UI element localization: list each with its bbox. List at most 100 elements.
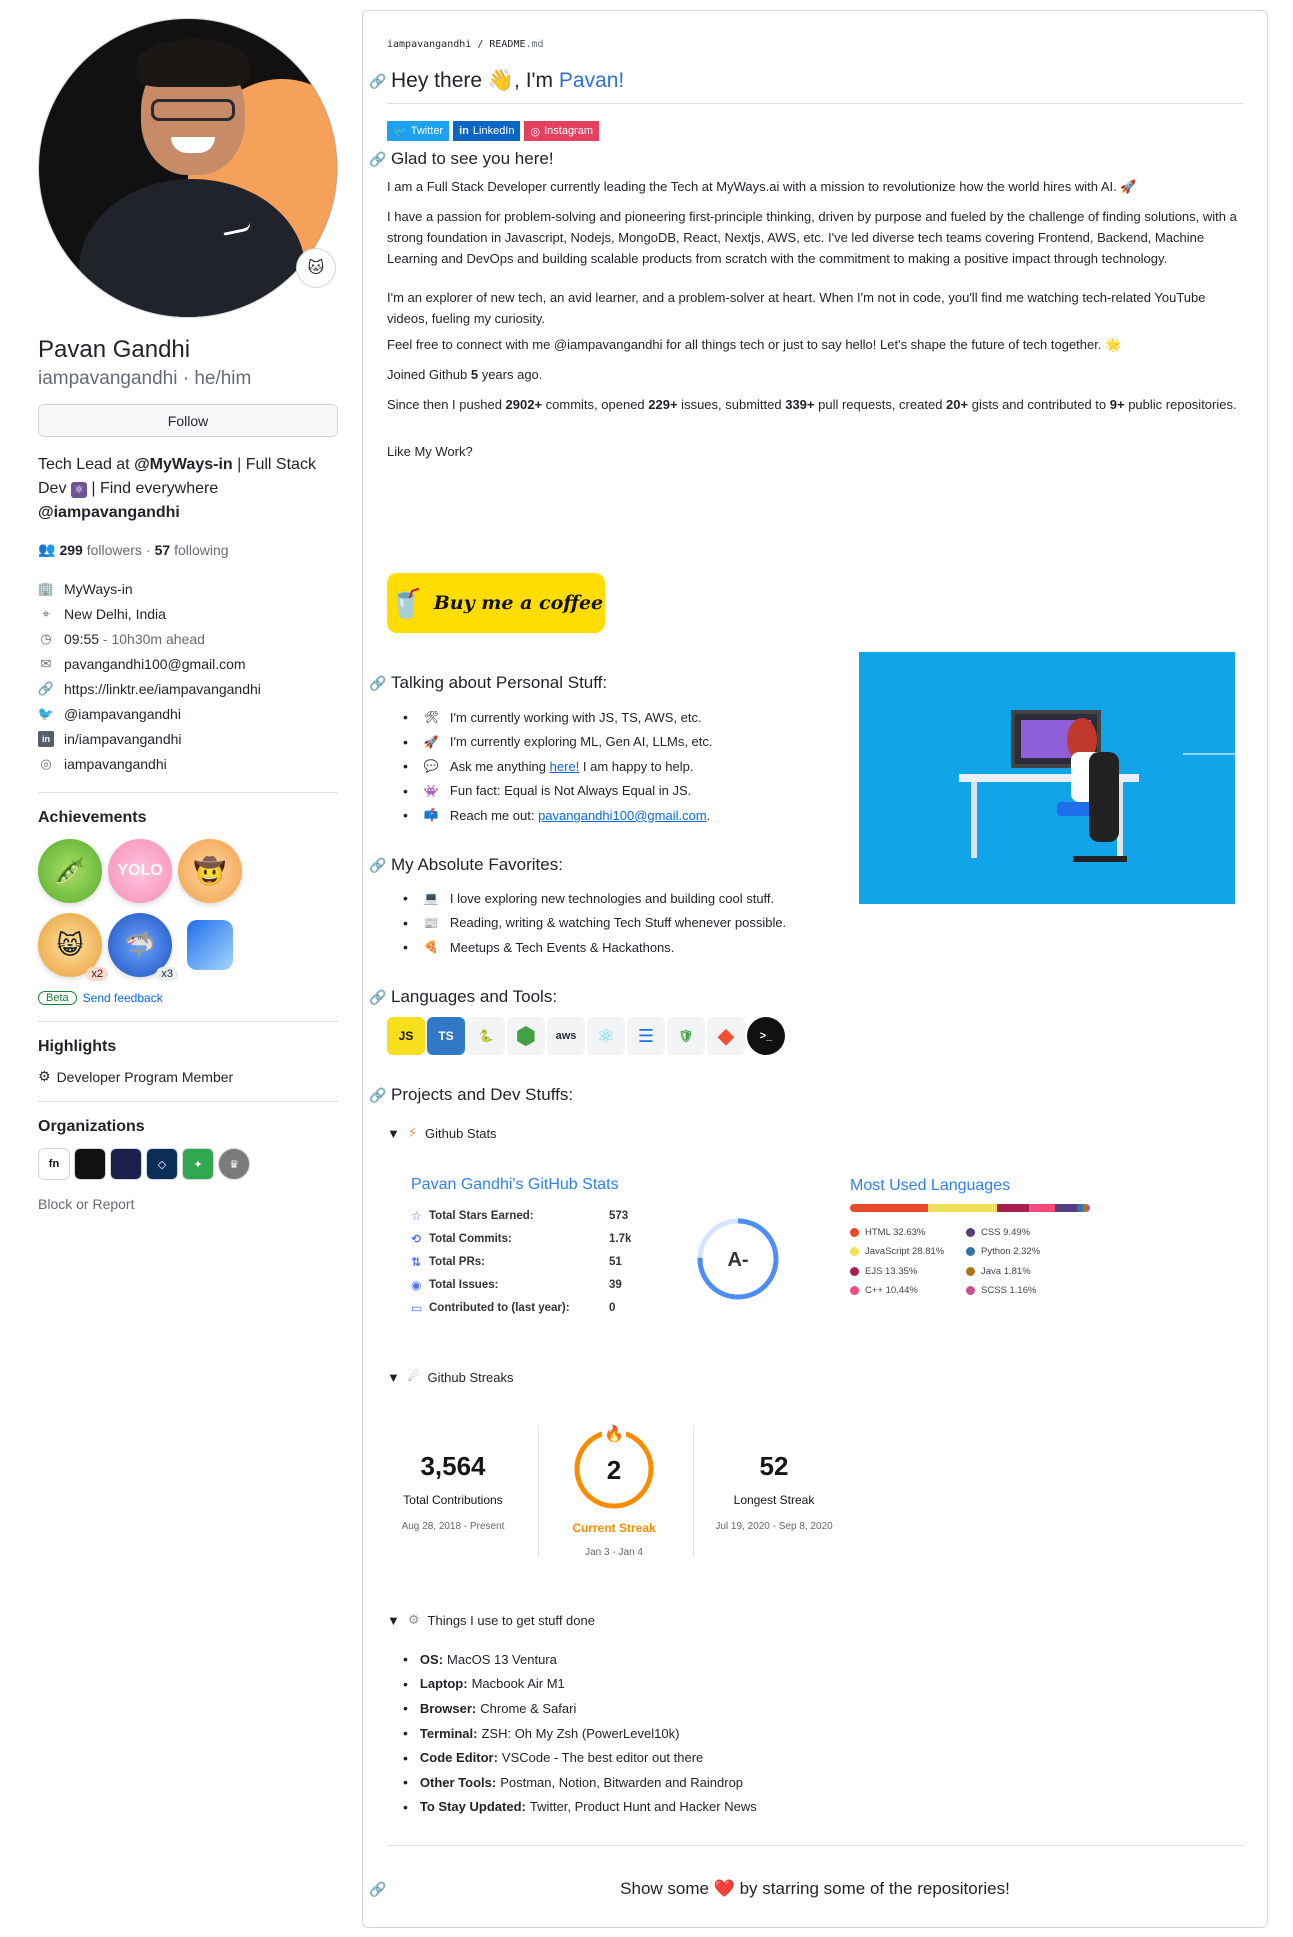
detail-email: ✉ pavangandhi100@gmail.com — [38, 651, 338, 676]
rocket-emoji-icon: 🚀 — [423, 734, 439, 749]
linkedin-link[interactable]: in/iampavangandhi — [64, 731, 182, 747]
bio-org-link[interactable]: @MyWays-in — [134, 456, 233, 473]
footer-message: Show some ❤️ by starring some of the rep… — [620, 1879, 1010, 1898]
list-item: 🍕Meetups & Tech Events & Hackathons. — [403, 935, 786, 960]
language-color-dot — [966, 1266, 975, 1276]
comet-icon: ☄ — [407, 1369, 420, 1384]
rank-ring: A- — [697, 1218, 779, 1300]
section-heading: 🔗 Languages and Tools: — [369, 987, 558, 1006]
following-link[interactable]: 57 following — [155, 542, 229, 558]
achievement-starstruck-icon[interactable]: 😸 x2 — [38, 913, 108, 981]
longest-streak-value: 52 — [759, 1451, 789, 1481]
achievement-arctic-code-vault-icon[interactable] — [187, 920, 233, 970]
languages-bar — [850, 1204, 1090, 1212]
language-color-dot — [850, 1285, 859, 1295]
org-avatar[interactable] — [74, 1148, 106, 1180]
aws-icon[interactable]: aws — [547, 1017, 585, 1055]
section-heading: 🔗 My Absolute Favorites: — [369, 855, 563, 874]
follow-button[interactable]: Follow — [38, 404, 338, 437]
achievement-pull-shark-icon[interactable]: 🦈 x3 — [108, 913, 178, 981]
achievement-pair-extraordinaire-icon[interactable]: 🫛 — [38, 839, 102, 903]
linkedin-badge[interactable]: in LinkedIn — [453, 121, 521, 141]
stat-row: ⇅ Total PRs: 51 — [411, 1254, 622, 1269]
intro-paragraph: I am a Full Stack Developer currently le… — [387, 179, 1137, 194]
list-item: 📫Reach me out: pavangandhi100@gmail.com. — [403, 803, 713, 828]
achievement-count: x3 — [156, 967, 178, 981]
instagram-badge[interactable]: ◎ Instagram — [524, 121, 600, 141]
git-icon[interactable]: ◆ — [707, 1017, 745, 1055]
clock-icon: ◷ — [40, 630, 52, 646]
typescript-icon[interactable]: TS — [427, 1017, 465, 1055]
anchor-link-icon[interactable]: 🔗 — [369, 73, 386, 90]
email-link[interactable]: pavangandhi100@gmail.com — [64, 656, 246, 672]
language-color-dot — [850, 1247, 859, 1257]
email-link[interactable]: pavangandhi100@gmail.com — [538, 808, 707, 823]
achievements-grid: 🫛 YOLO 🤠 😸 x2 🦈 x3 — [38, 839, 308, 981]
twitter-badge[interactable]: 🐦 Twitter — [387, 121, 450, 141]
database-icon[interactable]: ☰ — [627, 1017, 665, 1055]
avatar-wrap: 🐱 — [38, 18, 338, 318]
languages-card-title: Most Used Languages — [850, 1177, 1011, 1194]
mail-icon: ✉ — [40, 655, 52, 671]
lightning-icon: ⚡ — [407, 1125, 418, 1140]
org-avatar[interactable]: fn — [38, 1148, 70, 1180]
website-link[interactable]: https://linktr.ee/iampavangandhi — [64, 681, 261, 697]
ask-me-link[interactable]: here! — [550, 759, 580, 774]
anchor-link-icon[interactable]: 🔗 — [369, 675, 386, 692]
achievement-yolo-icon[interactable]: YOLO — [108, 839, 172, 903]
buy-me-a-coffee-button[interactable]: 🥤 Buy me a coffee — [387, 573, 605, 633]
list-item: 🚀I'm currently exploring ML, Gen AI, LLM… — [403, 730, 713, 755]
followers-link[interactable]: 299 followers — [59, 542, 142, 558]
history-icon: ⟲ — [411, 1231, 422, 1246]
twitter-link[interactable]: @iampavangandhi — [64, 706, 181, 722]
organizations-list: fn ◇ ✦ ♛ — [38, 1148, 338, 1180]
bio-handle-link[interactable]: @iampavangandhi — [38, 504, 180, 521]
list-item: Other Tools:Postman, Notion, Bitwarden a… — [403, 1770, 757, 1795]
detail-instagram: ◎ iampavangandhi — [38, 751, 338, 776]
language-color-dot — [850, 1228, 859, 1237]
like-work-text: Like My Work? — [387, 444, 473, 459]
total-contributions-label: Total Contributions — [403, 1493, 503, 1507]
anchor-link-icon[interactable]: 🔗 — [369, 1087, 386, 1104]
org-link[interactable]: MyWays-in — [64, 581, 133, 597]
breadcrumb-user[interactable]: iampavangandhi — [387, 39, 471, 50]
location-text: New Delhi, India — [64, 605, 166, 622]
org-avatar[interactable]: ◇ — [146, 1148, 178, 1180]
send-feedback-link[interactable]: Send feedback — [83, 991, 163, 1005]
github-stats-summary[interactable]: ▼ ⚡ Github Stats — [387, 1125, 497, 1141]
org-avatar[interactable]: ✦ — [182, 1148, 214, 1180]
rank-text: A- — [727, 1249, 748, 1271]
bio-text: Tech Lead at — [38, 456, 135, 473]
avatar[interactable] — [38, 18, 338, 318]
language-color-dot — [966, 1247, 975, 1257]
python-icon[interactable]: 🐍 — [467, 1017, 505, 1055]
stat-row: ☆ Total Stars Earned: 573 — [411, 1208, 629, 1223]
achievement-quickdraw-icon[interactable]: 🤠 — [178, 839, 242, 903]
language-legend-item: CSS 9.49% — [966, 1227, 1030, 1238]
beta-badge: Beta — [38, 991, 77, 1005]
org-avatar[interactable]: ♛ — [218, 1148, 250, 1180]
current-streak-label: Current Streak — [572, 1521, 656, 1535]
javascript-icon[interactable]: JS — [387, 1017, 425, 1055]
react-icon[interactable]: ⚛ — [587, 1017, 625, 1055]
anchor-link-icon[interactable]: 🔗 — [369, 151, 386, 168]
things-summary[interactable]: ▼ ⚙ Things I use to get stuff done — [387, 1612, 595, 1628]
anchor-link-icon[interactable]: 🔗 — [369, 857, 386, 874]
list-item: 📰Reading, writing & watching Tech Stuff … — [403, 911, 786, 936]
heart-icon: ❤️ — [713, 1879, 735, 1898]
github-streaks-summary[interactable]: ▼ ☄ Github Streaks — [387, 1369, 514, 1385]
block-or-report-link[interactable]: Block or Report — [38, 1196, 338, 1212]
current-streak-value: 2 — [607, 1455, 621, 1485]
instagram-link[interactable]: iampavangandhi — [64, 756, 167, 772]
section-heading: 🔗 Talking about Personal Stuff: — [369, 673, 608, 692]
terminal-icon[interactable]: >_ — [747, 1017, 785, 1055]
anchor-link-icon[interactable]: 🔗 — [369, 989, 386, 1006]
caret-down-icon: ▼ — [387, 1612, 400, 1628]
nodejs-icon[interactable]: ⬢ — [507, 1017, 545, 1055]
breadcrumb-file[interactable]: README — [489, 39, 525, 50]
org-avatar[interactable] — [110, 1148, 142, 1180]
status-emoji-icon[interactable]: 🐱 — [296, 248, 336, 288]
twitter-icon: 🐦 — [37, 705, 55, 721]
mongodb-icon[interactable]: 🛡 — [667, 1017, 705, 1055]
instagram-icon: ◎ — [530, 125, 541, 138]
